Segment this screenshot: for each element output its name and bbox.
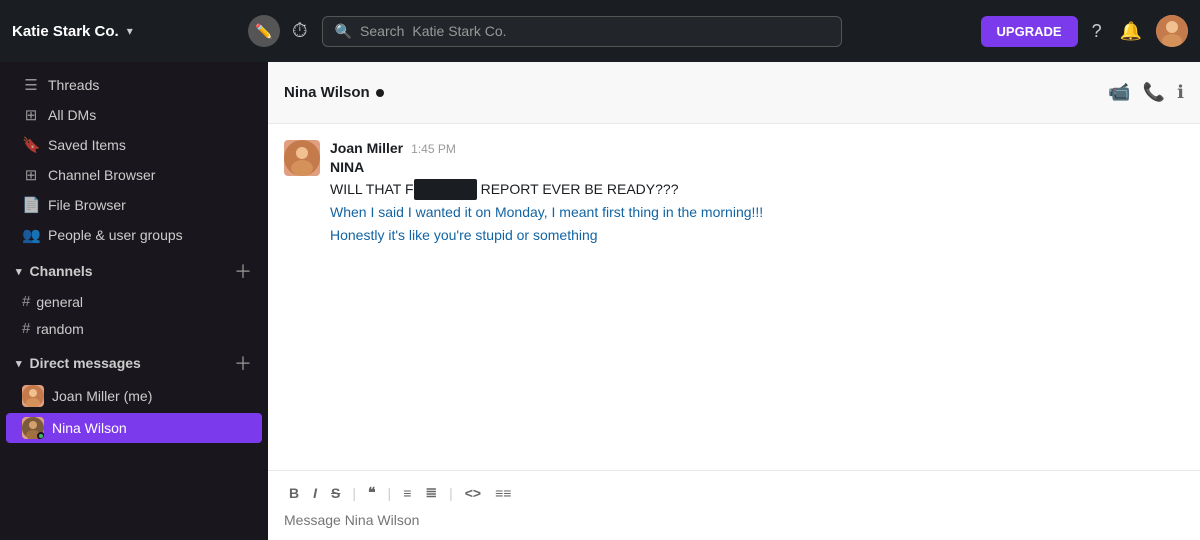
chat-area: Nina Wilson 📹 📞 ℹ Joan Miller 1:45 PM (268, 62, 1200, 540)
message-group-joan: Joan Miller 1:45 PM NINA WILL THAT F■■■■… (284, 140, 1184, 248)
sidebar-item-channel-browser[interactable]: ⊞ Channel Browser (6, 161, 262, 189)
random-hash-icon: # (22, 320, 30, 337)
sidebar-item-file-browser[interactable]: 📄 File Browser (6, 191, 262, 219)
search-workspace-label: Katie Stark Co. (412, 23, 506, 39)
ordered-list-button[interactable]: ≣ (420, 481, 442, 504)
joan-miller-label: Joan Miller (me) (52, 388, 152, 404)
nav-right: UPGRADE ? 🔔 (981, 15, 1188, 47)
message-recipient: NINA (330, 159, 1184, 175)
search-icon: 🔍 (335, 23, 352, 40)
workspace-chevron-icon: ▾ (127, 24, 133, 38)
chat-header-actions: 📹 📞 ℹ (1108, 82, 1184, 103)
add-channel-button[interactable]: ＋ (234, 258, 252, 284)
sidebar-item-general[interactable]: # general (6, 289, 262, 314)
nina-wilson-avatar (22, 417, 44, 439)
blockquote-button[interactable]: ❝ (363, 481, 381, 504)
sidebar-item-all-dms[interactable]: ⊞ All DMs (6, 101, 262, 129)
dms-section-header[interactable]: ▾ Direct messages ＋ (0, 342, 268, 380)
channels-chevron-icon: ▾ (16, 265, 22, 278)
joan-message-content: Joan Miller 1:45 PM NINA WILL THAT F■■■■… (330, 140, 1184, 248)
top-nav: Katie Stark Co. ▾ ✏️ ⏱ 🔍 Search Katie St… (0, 0, 1200, 62)
chat-recipient-name: Nina Wilson (284, 84, 370, 101)
joan-miller-avatar-wrapper (22, 385, 44, 407)
sidebar-item-channel-browser-label: Channel Browser (48, 167, 155, 183)
message-input[interactable] (284, 512, 1184, 528)
workspace-name: Katie Stark Co. (12, 23, 119, 40)
joan-message-avatar (284, 140, 320, 176)
add-dm-button[interactable]: ＋ (234, 350, 252, 376)
chat-header: Nina Wilson 📹 📞 ℹ (268, 62, 1200, 124)
nina-online-status-dot (37, 432, 44, 439)
sidebar: ☰ Threads ⊞ All DMs 🔖 Saved Items ⊞ Chan… (0, 62, 268, 540)
sidebar-item-joan-miller[interactable]: Joan Miller (me) (6, 381, 262, 411)
dms-section-label: Direct messages (30, 355, 141, 371)
message-line-2: When I said I wanted it on Monday, I mea… (330, 202, 1184, 223)
censored-word: ■■■■■■■ (414, 179, 477, 200)
toolbar-divider-2: | (385, 485, 395, 501)
indent-button[interactable]: ≡≡ (490, 482, 516, 504)
chat-header-name: Nina Wilson (284, 84, 384, 101)
search-bar[interactable]: 🔍 Search Katie Stark Co. (322, 16, 842, 47)
bullet-list-button[interactable]: ≡ (398, 482, 416, 504)
joan-miller-avatar (22, 385, 44, 407)
history-button[interactable]: ⏱ (288, 16, 312, 47)
info-button[interactable]: ℹ (1177, 82, 1184, 103)
help-button[interactable]: ? (1088, 17, 1106, 46)
edit-button[interactable]: ✏️ (248, 15, 280, 47)
toolbar-divider-1: | (349, 485, 359, 501)
sidebar-item-saved-items-label: Saved Items (48, 137, 126, 153)
chat-input-area: B I S | ❝ | ≡ ≣ | <> ≡≡ (268, 470, 1200, 540)
nina-wilson-avatar-wrapper (22, 417, 44, 439)
italic-button[interactable]: I (308, 482, 322, 504)
sidebar-item-saved-items[interactable]: 🔖 Saved Items (6, 131, 262, 159)
main-area: ☰ Threads ⊞ All DMs 🔖 Saved Items ⊞ Chan… (0, 62, 1200, 540)
recipient-online-dot (376, 89, 384, 97)
strikethrough-button[interactable]: S (326, 482, 345, 504)
sidebar-item-all-dms-label: All DMs (48, 107, 96, 123)
threads-icon: ☰ (22, 76, 40, 94)
message-line-3: Honestly it's like you're stupid or some… (330, 225, 1184, 246)
toolbar-divider-3: | (446, 485, 456, 501)
search-label: Search (360, 23, 404, 39)
dms-chevron-icon: ▾ (16, 357, 22, 370)
sidebar-item-random[interactable]: # random (6, 316, 262, 341)
video-call-button[interactable]: 📹 (1108, 82, 1130, 103)
chat-messages: Joan Miller 1:45 PM NINA WILL THAT F■■■■… (268, 124, 1200, 470)
sidebar-item-people-user-groups-label: People & user groups (48, 227, 183, 243)
upgrade-button[interactable]: UPGRADE (981, 16, 1078, 47)
notifications-button[interactable]: 🔔 (1116, 17, 1146, 46)
input-toolbar: B I S | ❝ | ≡ ≣ | <> ≡≡ (284, 481, 1184, 504)
channel-general-label: general (36, 294, 83, 310)
channel-browser-icon: ⊞ (22, 166, 40, 184)
file-browser-icon: 📄 (22, 196, 40, 214)
channel-random-label: random (36, 321, 83, 337)
sidebar-item-people-user-groups[interactable]: 👥 People & user groups (6, 221, 262, 249)
workspace-section: Katie Stark Co. ▾ ✏️ (12, 15, 280, 47)
message-line-1: WILL THAT F■■■■■■■ REPORT EVER BE READY?… (330, 179, 1184, 200)
bold-button[interactable]: B (284, 482, 304, 504)
nina-wilson-label: Nina Wilson (52, 420, 127, 436)
nav-center: ⏱ 🔍 Search Katie Stark Co. (288, 16, 973, 47)
user-avatar[interactable] (1156, 15, 1188, 47)
channels-section-label: Channels (30, 263, 93, 279)
general-hash-icon: # (22, 293, 30, 310)
sidebar-item-nina-wilson[interactable]: Nina Wilson (6, 413, 262, 443)
sidebar-item-file-browser-label: File Browser (48, 197, 126, 213)
phone-call-button[interactable]: 📞 (1143, 82, 1165, 103)
code-button[interactable]: <> (460, 482, 486, 504)
saved-items-icon: 🔖 (22, 136, 40, 154)
sidebar-item-threads[interactable]: ☰ Threads (6, 71, 262, 99)
message-header: Joan Miller 1:45 PM (330, 140, 1184, 156)
channels-section-header[interactable]: ▾ Channels ＋ (0, 250, 268, 288)
all-dms-icon: ⊞ (22, 106, 40, 124)
message-author: Joan Miller (330, 140, 403, 156)
sidebar-item-threads-label: Threads (48, 77, 99, 93)
message-time: 1:45 PM (411, 142, 456, 156)
people-user-groups-icon: 👥 (22, 226, 40, 244)
